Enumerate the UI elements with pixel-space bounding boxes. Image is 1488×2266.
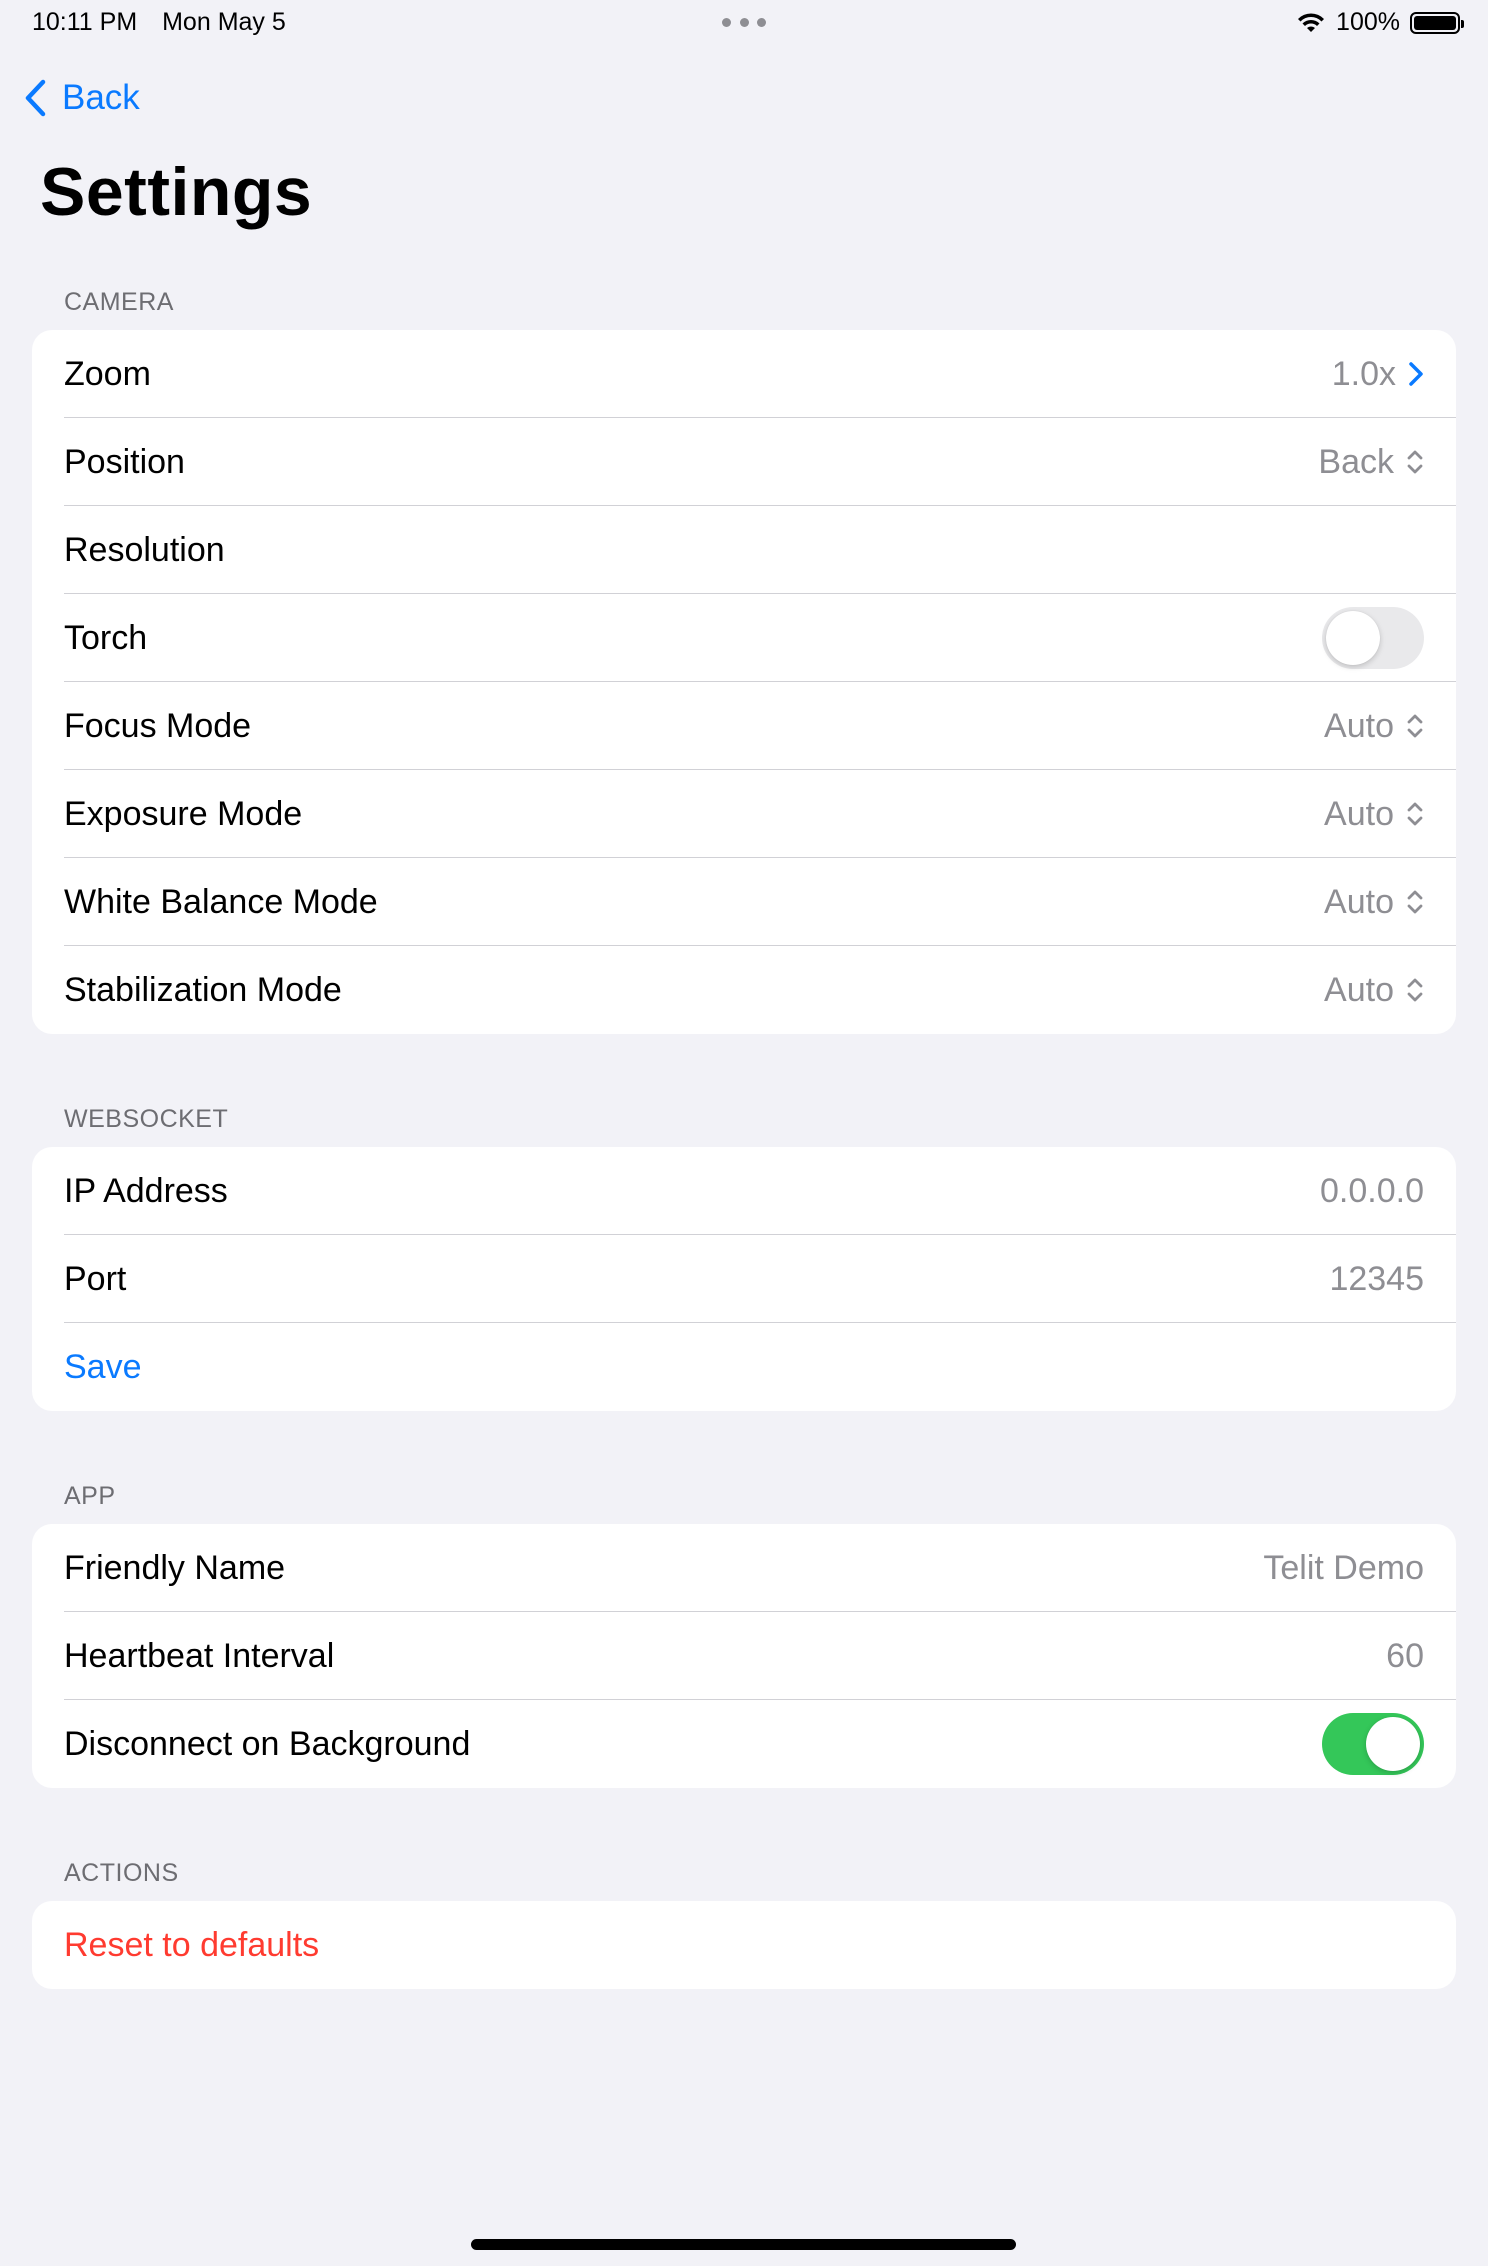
heartbeat-interval-row[interactable]: Heartbeat Interval 60 (32, 1612, 1456, 1700)
position-value: Back (1318, 442, 1394, 481)
resolution-row[interactable]: Resolution (32, 506, 1456, 594)
chevron-up-down-icon (1407, 450, 1423, 474)
stabilization-mode-value: Auto (1324, 970, 1394, 1009)
battery-icon (1410, 11, 1464, 34)
chevron-up-down-icon (1407, 802, 1423, 826)
status-indicators: 100% (1296, 8, 1464, 37)
position-row[interactable]: Position Back (32, 418, 1456, 506)
battery-percent: 100% (1336, 8, 1400, 36)
section-header-websocket: WEBSOCKET (64, 1105, 229, 1133)
exposure-mode-value: Auto (1324, 794, 1394, 833)
white-balance-mode-row[interactable]: White Balance Mode Auto (32, 858, 1456, 946)
chevron-up-down-icon (1407, 978, 1423, 1002)
focus-mode-value: Auto (1324, 706, 1394, 745)
zoom-label: Zoom (64, 354, 151, 393)
status-date: Mon May 5 (162, 8, 286, 36)
chevron-up-down-icon (1407, 890, 1423, 914)
torch-row: Torch (32, 594, 1456, 682)
friendly-name-label: Friendly Name (64, 1548, 286, 1587)
disconnect-on-background-toggle[interactable] (1322, 1713, 1424, 1775)
torch-toggle[interactable] (1322, 607, 1424, 669)
back-label: Back (62, 78, 140, 117)
heartbeat-interval-label: Heartbeat Interval (64, 1636, 335, 1675)
focus-mode-label: Focus Mode (64, 706, 252, 745)
app-group: Friendly Name Telit Demo Heartbeat Inter… (32, 1524, 1456, 1788)
wifi-icon (1298, 12, 1325, 32)
heartbeat-interval-input[interactable]: 60 (1386, 1637, 1424, 1676)
ip-address-label: IP Address (64, 1171, 228, 1210)
white-balance-mode-label: White Balance Mode (64, 882, 378, 921)
actions-group: Reset to defaults (32, 1901, 1456, 1989)
reset-row[interactable]: Reset to defaults (32, 1901, 1456, 1989)
exposure-mode-row[interactable]: Exposure Mode Auto (32, 770, 1456, 858)
page-title: Settings (40, 154, 313, 230)
chevron-up-down-icon (1407, 714, 1423, 738)
port-label: Port (64, 1259, 127, 1298)
resolution-label: Resolution (64, 530, 225, 569)
status-time-date: 10:11 PM Mon May 5 (32, 8, 304, 37)
section-header-actions: ACTIONS (64, 1859, 179, 1887)
white-balance-mode-value: Auto (1324, 882, 1394, 921)
port-input[interactable]: 12345 (1329, 1260, 1424, 1299)
back-button[interactable]: Back (24, 72, 140, 124)
section-header-app: APP (64, 1482, 116, 1510)
section-header-camera: CAMERA (64, 288, 174, 316)
status-bar: 10:11 PM Mon May 5 100% (0, 0, 1488, 50)
focus-mode-row[interactable]: Focus Mode Auto (32, 682, 1456, 770)
zoom-value: 1.0x (1331, 354, 1396, 393)
reset-to-defaults-button[interactable]: Reset to defaults (64, 1926, 1424, 1965)
websocket-group: IP Address 0.0.0.0 Port 12345 Save (32, 1147, 1456, 1411)
save-row[interactable]: Save (32, 1323, 1456, 1411)
chevron-left-icon (25, 79, 46, 117)
torch-label: Torch (64, 618, 148, 657)
status-time: 10:11 PM (32, 8, 138, 36)
home-indicator[interactable] (471, 2239, 1016, 2250)
chevron-right-icon (1409, 362, 1423, 386)
multitasking-dots-icon[interactable] (722, 12, 766, 32)
disconnect-on-background-label: Disconnect on Background (64, 1724, 471, 1763)
save-button[interactable]: Save (64, 1348, 1424, 1387)
stabilization-mode-label: Stabilization Mode (64, 970, 342, 1009)
exposure-mode-label: Exposure Mode (64, 794, 303, 833)
position-label: Position (64, 442, 185, 481)
friendly-name-row[interactable]: Friendly Name Telit Demo (32, 1524, 1456, 1612)
disconnect-on-background-row: Disconnect on Background (32, 1700, 1456, 1788)
ip-address-input[interactable]: 0.0.0.0 (1320, 1172, 1424, 1211)
zoom-row[interactable]: Zoom 1.0x (32, 330, 1456, 418)
port-row[interactable]: Port 12345 (32, 1235, 1456, 1323)
stabilization-mode-row[interactable]: Stabilization Mode Auto (32, 946, 1456, 1034)
ip-address-row[interactable]: IP Address 0.0.0.0 (32, 1147, 1456, 1235)
camera-group: Zoom 1.0x Position Back Resolution Torch… (32, 330, 1456, 1034)
friendly-name-input[interactable]: Telit Demo (1263, 1549, 1424, 1588)
